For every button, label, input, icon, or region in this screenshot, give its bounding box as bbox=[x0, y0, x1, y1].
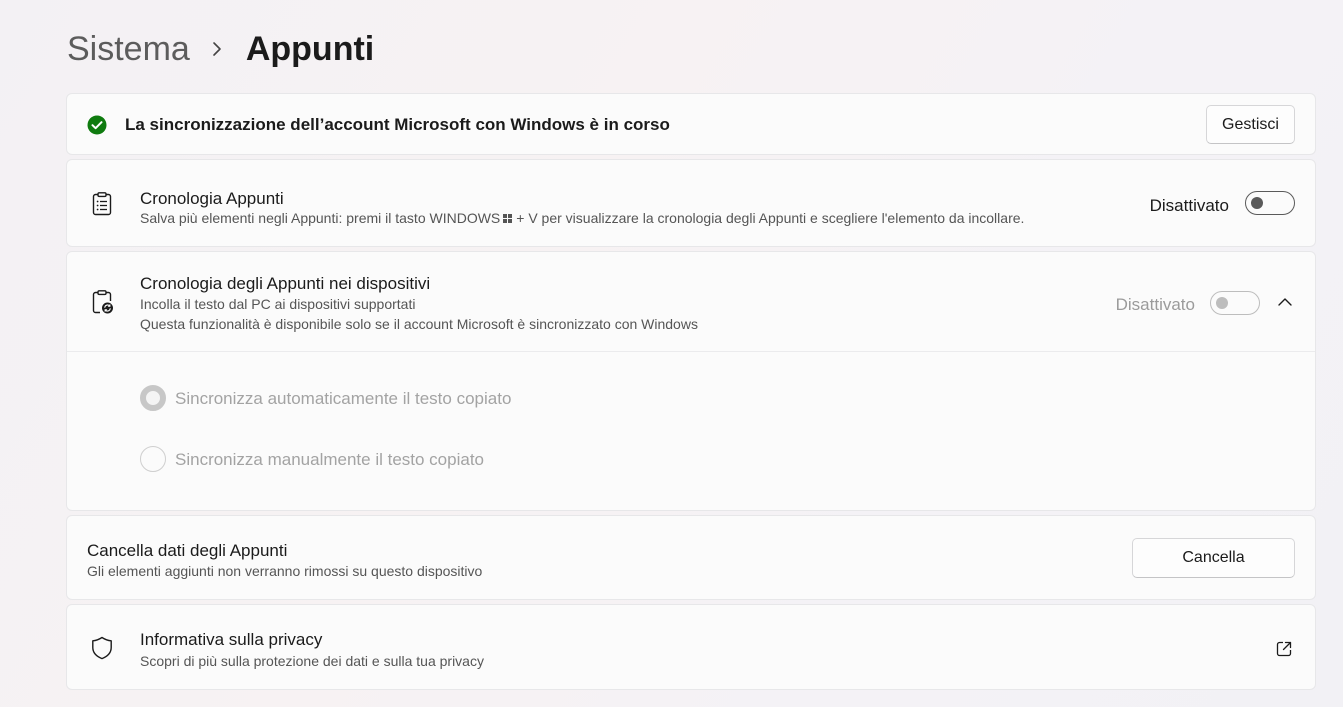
clear-clipboard-setting: Cancella dati degli Appunti Gli elementi… bbox=[66, 515, 1316, 600]
description-part-1: Salva più elementi negli Appunti: premi … bbox=[140, 210, 501, 226]
clipboard-sync-icon bbox=[89, 289, 115, 315]
clipboard-history-toggle[interactable] bbox=[1245, 191, 1295, 215]
shield-icon bbox=[89, 635, 115, 661]
clipboard-list-icon bbox=[89, 191, 115, 217]
chevron-right-icon bbox=[210, 39, 224, 59]
clipboard-history-setting: Cronologia Appunti Salva più elementi ne… bbox=[66, 159, 1316, 247]
radio-sync-automatic-label[interactable]: Sincronizza automaticamente il testo cop… bbox=[175, 389, 511, 409]
toggle-knob bbox=[1251, 197, 1263, 209]
manage-button[interactable]: Gestisci bbox=[1206, 105, 1295, 144]
cross-device-clipboard-setting: Cronologia degli Appunti nei dispositivi… bbox=[66, 251, 1316, 511]
clipboard-history-title: Cronologia Appunti bbox=[140, 189, 284, 208]
clear-clipboard-description: Gli elementi aggiunti non verranno rimos… bbox=[87, 563, 483, 579]
privacy-statement-link[interactable]: Informativa sulla privacy Scopri di più … bbox=[66, 604, 1316, 690]
toggle-knob bbox=[1216, 297, 1228, 309]
cross-device-toggle[interactable] bbox=[1210, 291, 1260, 315]
radio-sync-manual[interactable] bbox=[140, 446, 166, 472]
clear-button[interactable]: Cancella bbox=[1132, 538, 1295, 578]
breadcrumb: Sistema Appunti bbox=[67, 27, 374, 71]
windows-key-icon bbox=[503, 214, 513, 224]
check-circle-icon bbox=[87, 115, 107, 135]
sync-status-banner: La sincronizzazione dell’account Microso… bbox=[66, 93, 1316, 155]
breadcrumb-parent-sistema[interactable]: Sistema bbox=[67, 30, 190, 69]
chevron-up-icon[interactable] bbox=[1275, 292, 1295, 312]
privacy-description: Scopri di più sulla protezione dei dati … bbox=[140, 653, 484, 669]
cross-device-clipboard-note: Questa funzionalità è disponibile solo s… bbox=[140, 316, 698, 332]
clipboard-history-description: Salva più elementi negli Appunti: premi … bbox=[140, 210, 1024, 226]
page-title: Appunti bbox=[245, 29, 375, 68]
cross-device-clipboard-title: Cronologia degli Appunti nei dispositivi bbox=[140, 274, 431, 293]
clear-clipboard-title: Cancella dati degli Appunti bbox=[87, 541, 288, 560]
description-part-2: + V per visualizzare la cronologia degli… bbox=[516, 210, 1025, 226]
radio-sync-automatic[interactable] bbox=[140, 385, 166, 411]
radio-sync-manual-label[interactable]: Sincronizza manualmente il testo copiato bbox=[175, 450, 484, 470]
cross-device-toggle-label: Disattivato bbox=[1115, 295, 1195, 314]
clipboard-history-toggle-label: Disattivato bbox=[1149, 196, 1229, 215]
privacy-title: Informativa sulla privacy bbox=[140, 630, 323, 649]
cross-device-clipboard-header[interactable]: Cronologia degli Appunti nei dispositivi… bbox=[67, 252, 1315, 352]
external-link-icon[interactable] bbox=[1275, 640, 1293, 658]
cross-device-clipboard-description: Incolla il testo dal PC ai dispositivi s… bbox=[140, 296, 416, 312]
sync-status-text: La sincronizzazione dell’account Microso… bbox=[125, 115, 670, 134]
